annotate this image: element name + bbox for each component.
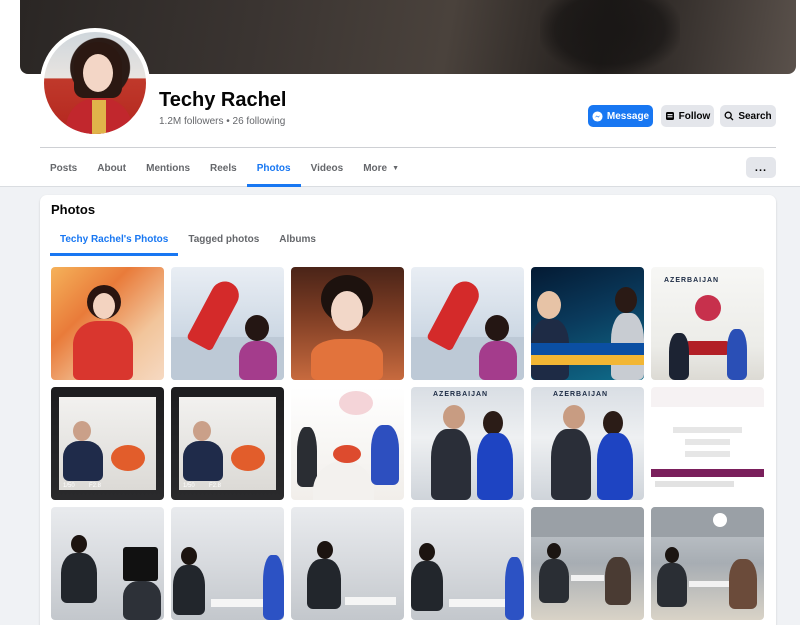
profile-avatar[interactable]	[40, 28, 150, 138]
profile-header: Techy Rachel 1.2M followers • 26 followi…	[0, 0, 800, 187]
photo-thumbnail[interactable]	[51, 507, 164, 620]
photo-thumbnail[interactable]	[531, 267, 644, 380]
photos-title: Photos	[51, 202, 96, 217]
follow-label: Follow	[678, 110, 711, 122]
search-icon	[724, 111, 734, 121]
tab-reels[interactable]: Reels	[200, 149, 247, 187]
photo-thumbnail[interactable]	[291, 507, 404, 620]
tab-photos[interactable]: Photos	[246, 149, 301, 187]
photo-thumbnail[interactable]	[291, 387, 404, 500]
header-divider	[40, 147, 776, 148]
photo-thumbnail[interactable]: 1/50 F2.8	[171, 387, 284, 500]
subtab-tagged-photos[interactable]: Tagged photos	[178, 223, 269, 256]
azerbaijan-sign: AZERBAIJAN	[664, 277, 720, 284]
photo-thumbnail[interactable]	[651, 387, 764, 500]
photo-thumbnail[interactable]	[411, 507, 524, 620]
photo-thumbnail[interactable]	[651, 507, 764, 620]
search-button[interactable]: Search	[720, 105, 776, 127]
more-options-button[interactable]: ...	[746, 157, 776, 178]
messenger-icon	[592, 110, 603, 122]
profile-tabs: Posts About Mentions Reels Photos Videos…	[40, 149, 409, 187]
photo-grid: AZERBAIJAN 1/50 F2.8 1/50 F2.8 AZERBAIJA…	[51, 267, 764, 620]
photo-thumbnail[interactable]: AZERBAIJAN	[531, 387, 644, 500]
subtab-albums[interactable]: Albums	[269, 223, 326, 256]
photo-thumbnail[interactable]: AZERBAIJAN	[651, 267, 764, 380]
profile-name[interactable]: Techy Rachel	[159, 89, 286, 112]
photo-thumbnail[interactable]	[51, 267, 164, 380]
follow-button[interactable]: Follow	[661, 105, 714, 127]
photo-thumbnail[interactable]	[531, 507, 644, 620]
photo-thumbnail[interactable]: 1/50 F2.8	[51, 387, 164, 500]
tab-about[interactable]: About	[87, 149, 136, 187]
azerbaijan-sign: AZERBAIJAN	[553, 391, 609, 398]
caret-down-icon: ▼	[392, 164, 400, 172]
photo-thumbnail[interactable]	[411, 267, 524, 380]
photo-thumbnail[interactable]: AZERBAIJAN	[411, 387, 524, 500]
follow-icon	[665, 111, 675, 121]
tab-mentions[interactable]: Mentions	[136, 149, 200, 187]
subtab-own-photos[interactable]: Techy Rachel's Photos	[50, 223, 179, 256]
tab-posts[interactable]: Posts	[40, 149, 87, 187]
tab-videos[interactable]: Videos	[301, 149, 354, 187]
tab-more[interactable]: More ▼	[353, 149, 409, 187]
photos-card: Photos Techy Rachel's Photos Tagged phot…	[40, 195, 776, 625]
photo-thumbnail[interactable]	[171, 507, 284, 620]
photo-thumbnail[interactable]	[171, 267, 284, 380]
message-label: Message	[606, 110, 650, 122]
message-button[interactable]: Message	[588, 105, 653, 127]
profile-stats[interactable]: 1.2M followers • 26 following	[159, 116, 285, 127]
search-label: Search	[738, 110, 772, 122]
photos-subtabs: Techy Rachel's Photos Tagged photos Albu…	[50, 223, 326, 256]
photo-thumbnail[interactable]	[291, 267, 404, 380]
azerbaijan-sign: AZERBAIJAN	[433, 391, 489, 398]
